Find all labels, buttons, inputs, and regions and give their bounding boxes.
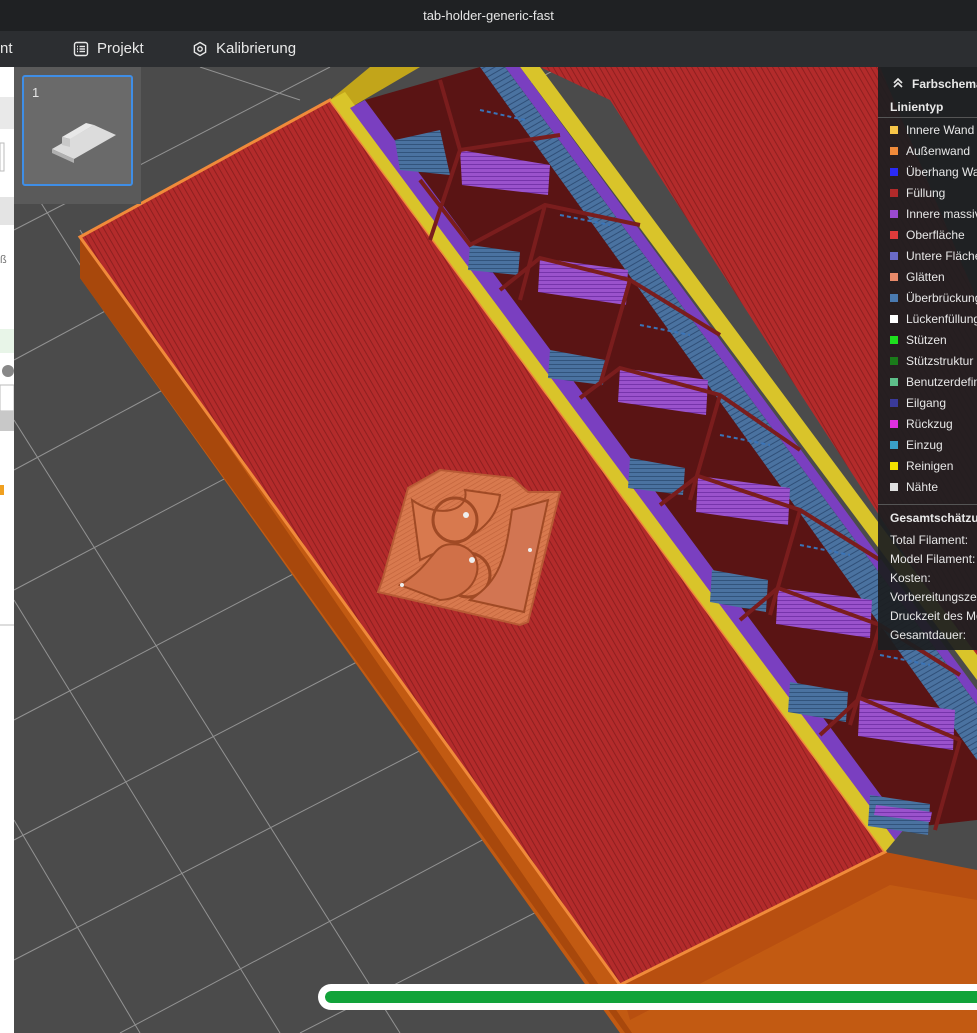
legend-swatch bbox=[890, 398, 898, 407]
legend-divider bbox=[878, 117, 977, 118]
3d-viewport[interactable] bbox=[14, 67, 977, 1033]
left-sidebar[interactable]: ß bbox=[0, 67, 15, 1033]
menu-item-partial[interactable]: nt bbox=[0, 40, 13, 57]
legend-item[interactable]: Füllung bbox=[890, 182, 945, 203]
legend-item-label: Reinigen bbox=[906, 458, 954, 473]
legend-panel: Farbschema Linientyp Innere Wand Außenwan… bbox=[878, 67, 977, 650]
legend-item[interactable]: Einzug bbox=[890, 434, 943, 455]
legend-item-label: Überhang Wand bbox=[906, 164, 977, 179]
line-type-title: Linientyp bbox=[890, 100, 944, 114]
progress-fill bbox=[325, 991, 977, 1003]
legend-swatch bbox=[890, 377, 898, 386]
plate-thumbnail[interactable]: 1 bbox=[22, 75, 133, 186]
legend-swatch bbox=[890, 272, 898, 281]
legend-item-label: Glätten bbox=[906, 269, 945, 284]
menu-bar: nt Projekt Kalibrierung bbox=[0, 31, 977, 67]
legend-divider bbox=[878, 504, 977, 505]
window-title: tab-holder-generic-fast bbox=[423, 8, 554, 23]
legend-item-label: Einzug bbox=[906, 437, 943, 452]
summary-row: Vorbereitungszeit: bbox=[890, 590, 977, 604]
legend-item-label: Innere massive Füllung bbox=[906, 206, 977, 221]
legend-header[interactable]: Farbschema bbox=[878, 73, 977, 95]
legend-swatch bbox=[890, 188, 898, 197]
legend-item[interactable]: Nähte bbox=[890, 476, 938, 497]
svg-text:ß: ß bbox=[0, 254, 7, 266]
plate-thumbnail-panel[interactable]: 1 bbox=[14, 67, 141, 204]
legend-item-label: Stützen bbox=[906, 332, 947, 347]
legend-item-label: Stützstruktur bbox=[906, 353, 974, 368]
legend-item-label: Benutzerdefiniert bbox=[906, 374, 977, 389]
legend-item-label: Nähte bbox=[906, 479, 939, 494]
model-thumbnail-icon bbox=[52, 123, 116, 163]
legend-swatch bbox=[890, 440, 898, 449]
legend-swatch bbox=[890, 461, 898, 470]
legend-swatch bbox=[890, 419, 898, 428]
legend-item[interactable]: Überhang Wand bbox=[890, 161, 977, 182]
menu-item-kalibrierung-label: Kalibrierung bbox=[216, 40, 297, 57]
legend-swatch bbox=[890, 125, 898, 134]
summary-row: Kosten: bbox=[890, 571, 931, 585]
summary-row: Gesamtdauer: bbox=[890, 628, 967, 642]
summary-row: Model Filament: bbox=[890, 552, 976, 566]
legend-item[interactable]: Innere massive Füllung bbox=[890, 203, 977, 224]
legend-title: Farbschema bbox=[912, 77, 977, 91]
legend-item-label: Rückzug bbox=[906, 416, 953, 431]
chevron-up-icon[interactable] bbox=[892, 77, 904, 92]
legend-item[interactable]: Reinigen bbox=[890, 455, 953, 476]
menu-item-partial-label: nt bbox=[0, 40, 13, 57]
legend-item[interactable]: Stützen bbox=[890, 329, 947, 350]
list-icon bbox=[73, 41, 89, 57]
legend-item[interactable]: Eilgang bbox=[890, 392, 946, 413]
legend-swatch bbox=[890, 230, 898, 239]
legend-swatch bbox=[890, 167, 898, 176]
legend-item[interactable]: Benutzerdefiniert bbox=[890, 371, 977, 392]
legend-item[interactable]: Oberfläche bbox=[890, 224, 965, 245]
legend-item-label: Eilgang bbox=[906, 395, 947, 410]
legend-item-label: Überbrückung bbox=[906, 290, 977, 305]
legend-item[interactable]: Rückzug bbox=[890, 413, 953, 434]
slicing-progress-bar bbox=[318, 984, 977, 1010]
progress-track bbox=[325, 991, 977, 1003]
menu-item-projekt-label: Projekt bbox=[97, 40, 144, 57]
summary-title: Gesamtschätzung bbox=[890, 511, 977, 525]
legend-swatch bbox=[890, 251, 898, 260]
summary-row: Total Filament: bbox=[890, 533, 969, 547]
legend-swatch bbox=[890, 314, 898, 323]
legend-item[interactable]: Innere Wand bbox=[890, 119, 974, 140]
legend-item[interactable]: Stützstruktur bbox=[890, 350, 973, 371]
legend-item-label: Innere Wand bbox=[906, 122, 975, 137]
gear-icon bbox=[192, 41, 208, 57]
legend-item-label: Untere Fläche bbox=[906, 248, 977, 263]
legend-swatch bbox=[890, 482, 898, 491]
legend-swatch bbox=[890, 146, 898, 155]
legend-item-label: Außenwand bbox=[906, 143, 971, 158]
legend-item-label: Oberfläche bbox=[906, 227, 965, 242]
legend-item-label: Lückenfüllung bbox=[906, 311, 977, 326]
legend-swatch bbox=[890, 209, 898, 218]
legend-item[interactable]: Untere Fläche bbox=[890, 245, 977, 266]
legend-swatch bbox=[890, 356, 898, 365]
menu-item-kalibrierung[interactable]: Kalibrierung bbox=[192, 40, 296, 57]
legend-swatch bbox=[890, 293, 898, 302]
legend-item-label: Füllung bbox=[906, 185, 946, 200]
legend-item[interactable]: Glätten bbox=[890, 266, 945, 287]
legend-swatch bbox=[890, 335, 898, 344]
menu-item-projekt[interactable]: Projekt bbox=[73, 40, 144, 57]
sliced-model-preview bbox=[14, 67, 977, 1033]
window-titlebar: tab-holder-generic-fast bbox=[0, 0, 977, 31]
legend-item[interactable]: Überbrückung bbox=[890, 287, 977, 308]
legend-item[interactable]: Lückenfüllung bbox=[890, 308, 977, 329]
legend-item[interactable]: Außenwand bbox=[890, 140, 970, 161]
summary-row: Druckzeit des Modells: bbox=[890, 609, 977, 623]
